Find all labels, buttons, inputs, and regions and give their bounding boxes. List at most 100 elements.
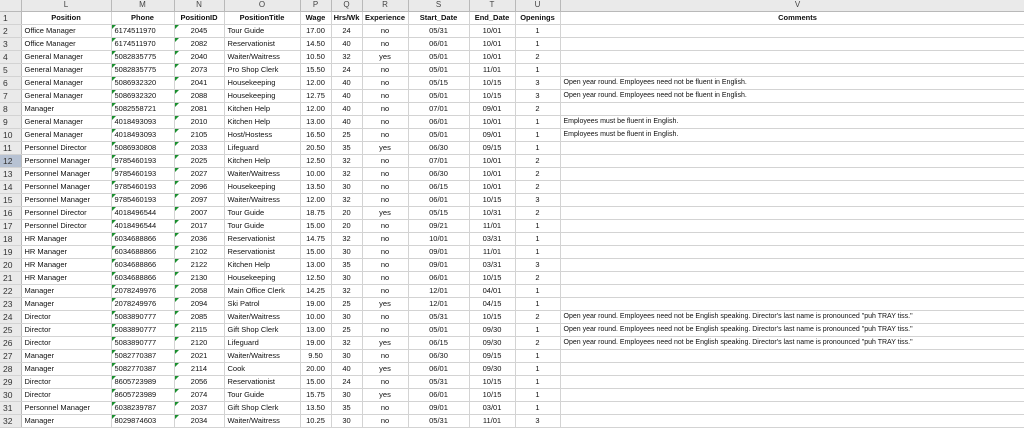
table-cell[interactable]: 1: [515, 232, 561, 246]
table-cell[interactable]: Open year round. Employees need not be E…: [560, 310, 1024, 324]
table-cell[interactable]: 13.00: [300, 258, 332, 272]
table-cell[interactable]: no: [362, 24, 409, 38]
table-cell[interactable]: Waiter/Waitress: [224, 50, 301, 64]
table-cell[interactable]: 1: [515, 141, 561, 155]
table-cell[interactable]: 2033: [174, 141, 225, 155]
table-cell[interactable]: 1: [515, 349, 561, 363]
table-cell[interactable]: 32: [331, 193, 363, 207]
table-cell[interactable]: yes: [362, 206, 409, 220]
table-cell[interactable]: 10.25: [300, 414, 332, 428]
table-cell[interactable]: [560, 206, 1024, 220]
table-cell[interactable]: 5086932320: [111, 89, 175, 103]
table-cell[interactable]: 9.50: [300, 349, 332, 363]
table-cell[interactable]: 09/01: [408, 258, 470, 272]
table-cell[interactable]: 2007: [174, 206, 225, 220]
table-cell[interactable]: 05/01: [408, 128, 470, 142]
row-number[interactable]: 28: [0, 362, 22, 376]
row-number[interactable]: 32: [0, 414, 22, 428]
table-cell[interactable]: 05/31: [408, 310, 470, 324]
table-cell[interactable]: 07/01: [408, 102, 470, 116]
table-cell[interactable]: 05/01: [408, 89, 470, 103]
header-cell[interactable]: Comments: [560, 11, 1024, 25]
table-cell[interactable]: no: [362, 258, 409, 272]
table-cell[interactable]: Director: [21, 310, 112, 324]
table-cell[interactable]: 10/15: [469, 193, 516, 207]
table-cell[interactable]: 10/01: [469, 115, 516, 129]
table-cell[interactable]: Personnel Director: [21, 219, 112, 233]
table-cell[interactable]: HR Manager: [21, 245, 112, 259]
table-cell[interactable]: [560, 141, 1024, 155]
table-cell[interactable]: 30: [331, 349, 363, 363]
table-cell[interactable]: [560, 63, 1024, 77]
table-cell[interactable]: 2114: [174, 362, 225, 376]
row-number[interactable]: 8: [0, 102, 22, 116]
table-cell[interactable]: 13.50: [300, 401, 332, 415]
table-cell[interactable]: 5082770387: [111, 349, 175, 363]
table-cell[interactable]: no: [362, 167, 409, 181]
table-cell[interactable]: 5083890777: [111, 336, 175, 350]
table-cell[interactable]: 35: [331, 401, 363, 415]
table-cell[interactable]: 2105: [174, 128, 225, 142]
table-cell[interactable]: Kitchen Help: [224, 102, 301, 116]
table-cell[interactable]: Reservationist: [224, 232, 301, 246]
table-cell[interactable]: Kitchen Help: [224, 154, 301, 168]
table-cell[interactable]: 09/01: [408, 245, 470, 259]
table-cell[interactable]: Employees must be fluent in English.: [560, 128, 1024, 142]
table-cell[interactable]: 10/01: [469, 180, 516, 194]
table-cell[interactable]: Lifeguard: [224, 141, 301, 155]
table-cell[interactable]: yes: [362, 141, 409, 155]
table-cell[interactable]: Waiter/Waitress: [224, 167, 301, 181]
table-cell[interactable]: 10/15: [469, 388, 516, 402]
table-cell[interactable]: no: [362, 310, 409, 324]
table-cell[interactable]: 12.00: [300, 193, 332, 207]
table-cell[interactable]: 4018496544: [111, 219, 175, 233]
table-cell[interactable]: no: [362, 115, 409, 129]
table-cell[interactable]: 4018493093: [111, 115, 175, 129]
table-cell[interactable]: 2017: [174, 219, 225, 233]
column-header-n[interactable]: N: [174, 0, 225, 12]
table-cell[interactable]: 04/15: [469, 297, 516, 311]
table-cell[interactable]: Pro Shop Clerk: [224, 63, 301, 77]
table-cell[interactable]: 05/01: [408, 50, 470, 64]
row-number[interactable]: 22: [0, 284, 22, 298]
table-cell[interactable]: 6174511970: [111, 24, 175, 38]
table-cell[interactable]: 6034688866: [111, 245, 175, 259]
table-cell[interactable]: 06/30: [408, 349, 470, 363]
table-cell[interactable]: 06/01: [408, 115, 470, 129]
table-cell[interactable]: 05/01: [408, 63, 470, 77]
table-cell[interactable]: 15.50: [300, 63, 332, 77]
table-cell[interactable]: no: [362, 180, 409, 194]
table-cell[interactable]: 30: [331, 310, 363, 324]
table-cell[interactable]: no: [362, 284, 409, 298]
row-number[interactable]: 2: [0, 24, 22, 38]
row-number[interactable]: 27: [0, 349, 22, 363]
select-all-corner[interactable]: [0, 0, 22, 12]
table-cell[interactable]: General Manager: [21, 128, 112, 142]
table-cell[interactable]: 06/01: [408, 37, 470, 51]
table-cell[interactable]: [560, 245, 1024, 259]
table-cell[interactable]: [560, 375, 1024, 389]
table-cell[interactable]: General Manager: [21, 63, 112, 77]
table-cell[interactable]: 1: [515, 323, 561, 337]
table-cell[interactable]: Personnel Manager: [21, 154, 112, 168]
table-cell[interactable]: 2041: [174, 76, 225, 90]
table-cell[interactable]: HR Manager: [21, 258, 112, 272]
table-cell[interactable]: 2078249976: [111, 297, 175, 311]
table-cell[interactable]: 24: [331, 24, 363, 38]
header-cell[interactable]: Openings: [515, 11, 561, 25]
table-cell[interactable]: yes: [362, 50, 409, 64]
table-cell[interactable]: General Manager: [21, 76, 112, 90]
row-number[interactable]: 14: [0, 180, 22, 194]
row-number[interactable]: 9: [0, 115, 22, 129]
table-cell[interactable]: 06/01: [408, 388, 470, 402]
table-cell[interactable]: [560, 102, 1024, 116]
table-cell[interactable]: 09/01: [469, 102, 516, 116]
table-cell[interactable]: 30: [331, 414, 363, 428]
table-cell[interactable]: 2040: [174, 50, 225, 64]
table-cell[interactable]: General Manager: [21, 115, 112, 129]
table-cell[interactable]: 06/01: [408, 271, 470, 285]
table-cell[interactable]: 2: [515, 102, 561, 116]
table-cell[interactable]: 25: [331, 323, 363, 337]
row-number[interactable]: 13: [0, 167, 22, 181]
table-cell[interactable]: 2058: [174, 284, 225, 298]
